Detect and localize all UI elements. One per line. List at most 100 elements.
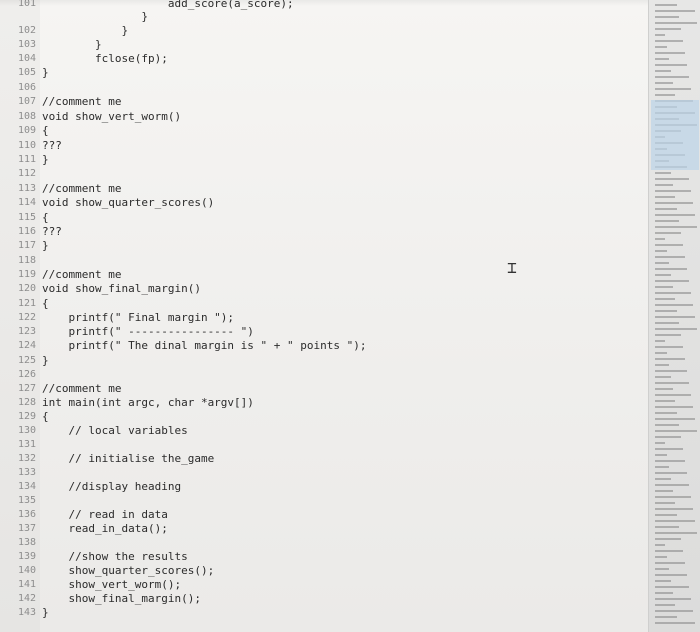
minimap-line <box>655 226 697 228</box>
code-line[interactable]: 133 <box>0 466 648 480</box>
code-line[interactable]: 105} <box>0 66 648 80</box>
minimap-line <box>655 4 677 6</box>
code-line[interactable]: 113 //comment me <box>0 182 648 196</box>
minimap-line <box>655 442 665 444</box>
code-line[interactable]: 107 //comment me <box>0 95 648 109</box>
minimap-line <box>655 562 685 564</box>
code-text: { <box>42 410 49 423</box>
line-number: 125 <box>17 355 36 366</box>
code-line[interactable]: 122 printf(" Final margin "); <box>0 311 648 325</box>
minimap-line <box>655 262 669 264</box>
code-line[interactable]: 128 int main(int argc, char *argv[]) <box>0 396 648 410</box>
code-line[interactable]: 104 fclose(fp); <box>0 52 648 66</box>
code-line[interactable]: 124 printf(" The dinal margin is " + " p… <box>0 339 648 353</box>
code-line[interactable]: 109 { <box>0 124 648 138</box>
line-number: 111 <box>17 154 36 165</box>
minimap[interactable] <box>648 0 700 632</box>
code-line[interactable]: 102 } <box>0 24 648 38</box>
code-text: { <box>42 124 49 137</box>
code-line[interactable]: 106 <box>0 81 648 95</box>
code-line[interactable]: 115 { <box>0 211 648 225</box>
minimap-line <box>655 376 671 378</box>
code-line[interactable]: 138 <box>0 536 648 550</box>
code-line[interactable]: } <box>0 10 648 24</box>
code-text: } <box>42 38 102 51</box>
code-line[interactable]: 130 // local variables <box>0 424 648 438</box>
code-line[interactable]: 111} <box>0 153 648 167</box>
minimap-line <box>655 256 685 258</box>
minimap-line <box>655 556 667 558</box>
code-text: fclose(fp); <box>42 52 168 65</box>
code-line[interactable]: 119 //comment me <box>0 268 648 282</box>
code-text: // read in data <box>42 508 168 521</box>
code-line[interactable]: 112 <box>0 167 648 181</box>
code-line[interactable]: 132 // initialise the_game <box>0 452 648 466</box>
minimap-line <box>655 94 675 96</box>
code-line[interactable]: 134 //display heading <box>0 480 648 494</box>
minimap-line <box>655 322 679 324</box>
code-line[interactable]: 117} <box>0 239 648 253</box>
minimap-line <box>655 514 677 516</box>
code-text: show_quarter_scores(); <box>42 564 215 577</box>
minimap-line <box>655 340 665 342</box>
minimap-line <box>655 16 679 18</box>
minimap-line <box>655 316 695 318</box>
minimap-viewport[interactable] <box>651 100 699 170</box>
code-line[interactable]: 123 printf(" ---------------- ") <box>0 325 648 339</box>
code-line[interactable]: 103 } <box>0 38 648 52</box>
minimap-line <box>655 490 673 492</box>
code-line[interactable]: 141 show_vert_worm(); <box>0 578 648 592</box>
line-number: 139 <box>17 551 36 562</box>
code-line[interactable]: 126 <box>0 368 648 382</box>
code-line[interactable]: 118 <box>0 254 648 268</box>
minimap-line <box>655 280 689 282</box>
minimap-line <box>655 436 681 438</box>
line-number: 142 <box>17 593 36 604</box>
minimap-line <box>655 52 685 54</box>
minimap-line <box>655 598 691 600</box>
code-line[interactable]: 129 { <box>0 410 648 424</box>
code-line[interactable]: 142 show_final_margin(); <box>0 592 648 606</box>
line-number: 116 <box>17 226 36 237</box>
code-line[interactable]: 110??? <box>0 139 648 153</box>
code-editor[interactable]: 101 add_score(a_score); }102 }103 }104 f… <box>0 0 648 632</box>
line-number: 114 <box>17 197 36 208</box>
minimap-line <box>655 364 669 366</box>
code-line[interactable]: 137 read_in_data(); <box>0 522 648 536</box>
code-text: printf(" The dinal margin is " + " point… <box>42 339 367 352</box>
line-number: 136 <box>17 509 36 520</box>
code-line[interactable]: 125} <box>0 354 648 368</box>
minimap-line <box>655 382 689 384</box>
code-line[interactable]: 135 <box>0 494 648 508</box>
code-line[interactable]: 127 //comment me <box>0 382 648 396</box>
code-line[interactable]: 143} <box>0 606 648 620</box>
minimap-line <box>655 64 687 66</box>
line-number: 133 <box>17 467 36 478</box>
minimap-line <box>655 28 681 30</box>
minimap-line <box>655 478 671 480</box>
code-text: } <box>42 24 129 37</box>
minimap-line <box>655 202 693 204</box>
code-line[interactable]: 114 void show_quarter_scores() <box>0 196 648 210</box>
code-line[interactable]: 108 void show_vert_worm() <box>0 110 648 124</box>
code-line[interactable]: 120 void show_final_margin() <box>0 282 648 296</box>
code-text: } <box>42 153 49 166</box>
minimap-line <box>655 592 673 594</box>
line-number: 128 <box>17 397 36 408</box>
code-line[interactable]: 139 //show the results <box>0 550 648 564</box>
line-number: 130 <box>17 425 36 436</box>
code-line[interactable]: 140 show_quarter_scores(); <box>0 564 648 578</box>
code-line[interactable]: 136 // read in data <box>0 508 648 522</box>
minimap-line <box>655 466 669 468</box>
minimap-line <box>655 574 687 576</box>
minimap-line <box>655 508 693 510</box>
code-text: } <box>42 10 148 23</box>
code-text: void show_quarter_scores() <box>42 196 215 209</box>
line-number: 127 <box>17 383 36 394</box>
code-line[interactable]: 121 { <box>0 297 648 311</box>
minimap-line <box>655 622 695 624</box>
code-line[interactable]: 131 <box>0 438 648 452</box>
line-number: 137 <box>17 523 36 534</box>
code-line[interactable]: 116??? <box>0 225 648 239</box>
code-text: void show_vert_worm() <box>42 110 182 123</box>
